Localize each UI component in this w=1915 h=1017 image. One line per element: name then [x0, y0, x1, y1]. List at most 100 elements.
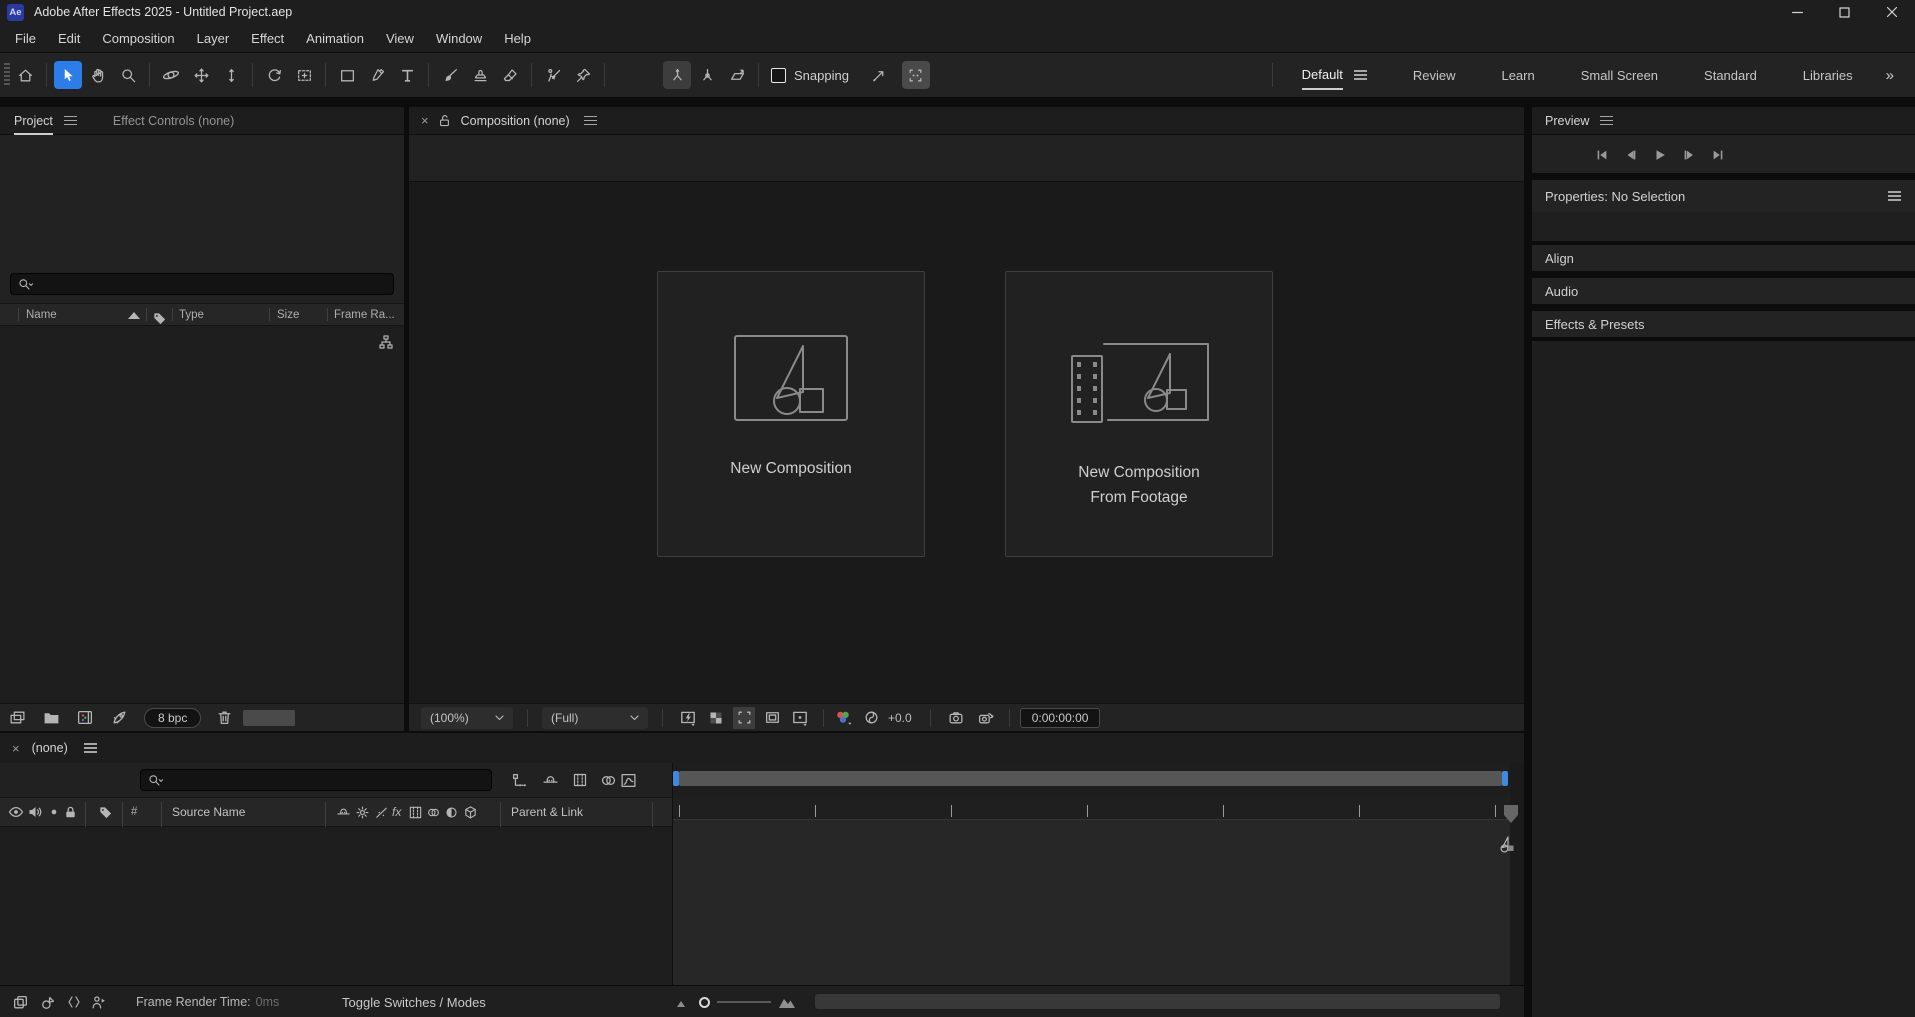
minimize-button[interactable]	[1774, 0, 1821, 24]
play-button[interactable]	[1650, 145, 1670, 165]
project-panel-menu-icon[interactable]	[64, 120, 77, 122]
menu-file[interactable]: File	[4, 31, 47, 46]
audio-switch[interactable]	[27, 798, 43, 826]
new-composition-card[interactable]: New Composition	[657, 271, 925, 557]
pan-camera-tool-button[interactable]	[187, 61, 215, 89]
tab-composition[interactable]: Composition (none)	[461, 114, 570, 128]
zoom-out-button[interactable]	[676, 986, 689, 1017]
resolution-dropdown[interactable]: (Full)	[542, 707, 648, 729]
menu-view[interactable]: View	[375, 31, 425, 46]
switch-adjustment-layer[interactable]	[444, 798, 459, 826]
switch-shy[interactable]	[336, 798, 351, 826]
local-axis-mode-button[interactable]	[663, 61, 691, 89]
close-tab-icon[interactable]: ×	[421, 113, 429, 128]
pen-tool-button[interactable]	[363, 61, 391, 89]
render-time-pane-button[interactable]	[90, 986, 107, 1017]
align-panel-header[interactable]: Align	[1532, 245, 1915, 271]
timeline-zoom-track[interactable]	[717, 986, 771, 1017]
new-composition-from-footage-card[interactable]: New Composition From Footage	[1005, 271, 1273, 557]
workspace-tab-standard[interactable]: Standard	[1681, 53, 1780, 97]
sort-ascending-icon[interactable]	[128, 312, 140, 319]
preview-panel-menu-icon[interactable]	[1600, 120, 1613, 122]
workspace-tab-small-screen[interactable]: Small Screen	[1558, 53, 1681, 97]
exposure-value[interactable]: +0.0	[888, 711, 912, 725]
frame-blending-button[interactable]	[572, 772, 588, 788]
extract-workarea-button[interactable]	[865, 61, 893, 89]
project-item-list[interactable]	[0, 326, 404, 703]
close-button[interactable]	[1868, 0, 1915, 24]
time-ruler[interactable]	[672, 797, 1510, 819]
comp-marker-bin-button[interactable]	[1501, 803, 1521, 830]
switch-fx[interactable]: fx	[392, 798, 401, 826]
fast-previews-button[interactable]	[677, 707, 699, 729]
selection-tool-button[interactable]	[54, 61, 82, 89]
solo-switch[interactable]	[47, 798, 61, 826]
type-tool-button[interactable]	[393, 61, 421, 89]
switch-quality[interactable]	[374, 798, 389, 826]
eraser-tool-button[interactable]	[496, 61, 524, 89]
project-search-input[interactable]	[34, 276, 386, 292]
clone-stamp-tool-button[interactable]	[466, 61, 494, 89]
reset-exposure-button[interactable]	[860, 707, 882, 729]
timeline-lanes-area[interactable]	[672, 819, 1510, 986]
next-frame-button[interactable]	[1679, 145, 1699, 165]
video-eye-switch[interactable]	[8, 798, 24, 826]
composition-panel-menu-icon[interactable]	[584, 120, 597, 122]
timeline-panel-menu-icon[interactable]	[84, 747, 97, 749]
transfer-controls-pane-button[interactable]	[40, 986, 57, 1017]
show-channel-button[interactable]	[832, 707, 854, 729]
parent-link-column[interactable]: Parent & Link	[511, 798, 583, 826]
column-size[interactable]: Size	[277, 304, 299, 325]
menu-layer[interactable]: Layer	[186, 31, 241, 46]
switch-collapse-transformations[interactable]	[355, 798, 370, 826]
hand-tool-button[interactable]	[84, 61, 112, 89]
column-name[interactable]: Name	[26, 304, 57, 325]
new-composition-button[interactable]	[74, 707, 96, 729]
zoom-in-button[interactable]	[778, 986, 796, 1017]
new-folder-button[interactable]	[40, 707, 62, 729]
unified-camera-tool-button[interactable]	[290, 61, 318, 89]
comp-button[interactable]	[1496, 835, 1518, 855]
switch-frame-blend[interactable]	[408, 798, 423, 826]
workspace-tab-libraries[interactable]: Libraries	[1780, 53, 1876, 97]
roto-brush-tool-button[interactable]	[539, 61, 567, 89]
transparency-grid-button[interactable]	[705, 707, 727, 729]
properties-panel-header[interactable]: Properties: No Selection	[1532, 180, 1915, 212]
column-frame-rate[interactable]: Frame Ra...	[334, 304, 395, 325]
tab-timeline[interactable]: (none)	[32, 741, 68, 755]
dolly-camera-tool-button[interactable]	[217, 61, 245, 89]
menu-effect[interactable]: Effect	[240, 31, 295, 46]
menu-help[interactable]: Help	[493, 31, 542, 46]
bit-depth-button[interactable]: 8 bpc	[144, 708, 201, 728]
interpret-footage-button[interactable]	[6, 707, 28, 729]
properties-panel-menu-icon[interactable]	[1888, 195, 1901, 197]
maximize-button[interactable]	[1821, 0, 1868, 24]
world-axis-mode-button[interactable]	[693, 61, 721, 89]
render-engine-button[interactable]	[108, 707, 130, 729]
orbit-camera-tool-button[interactable]	[157, 61, 185, 89]
switch-motion-blur[interactable]	[426, 798, 441, 826]
work-area-end-handle[interactable]	[1502, 771, 1508, 786]
timeline-horizontal-scrollbar[interactable]	[815, 994, 1500, 1009]
lock-switch[interactable]	[63, 798, 78, 826]
workspace-tab-learn[interactable]: Learn	[1478, 53, 1557, 97]
magnification-dropdown[interactable]: (100%)	[421, 707, 513, 729]
menu-window[interactable]: Window	[425, 31, 493, 46]
close-tab-icon[interactable]: ×	[12, 741, 20, 756]
flowchart-icon[interactable]	[378, 334, 394, 350]
region-of-interest-button[interactable]	[733, 707, 755, 729]
previous-frame-button[interactable]	[1621, 145, 1641, 165]
timeline-search-box[interactable]	[140, 769, 492, 791]
menu-composition[interactable]: Composition	[91, 31, 185, 46]
title-action-safe-button[interactable]	[761, 707, 783, 729]
view-axis-mode-button[interactable]	[723, 61, 751, 89]
switch-3d-layer[interactable]	[463, 798, 478, 826]
zoom-tool-button[interactable]	[114, 61, 142, 89]
source-name-column[interactable]: Source Name	[172, 798, 245, 826]
work-area-start-handle[interactable]	[673, 771, 679, 786]
home-tool-button[interactable]	[11, 61, 39, 89]
toolbar-grip[interactable]	[4, 63, 10, 87]
work-area-bar[interactable]	[679, 771, 1502, 786]
label-column[interactable]	[98, 798, 113, 826]
last-frame-button[interactable]	[1708, 145, 1728, 165]
